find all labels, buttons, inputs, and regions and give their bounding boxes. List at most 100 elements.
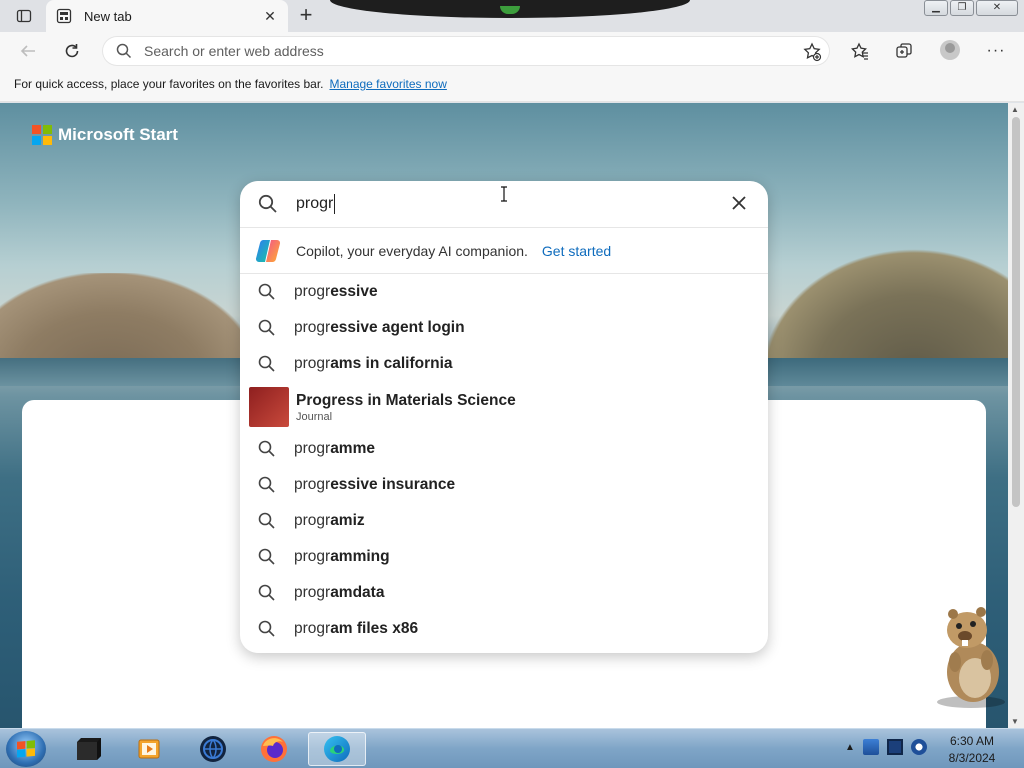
back-button[interactable] [14,38,42,64]
new-tab-icon [56,8,72,24]
search-icon [258,440,275,457]
search-icon [258,476,275,493]
suggestion-item[interactable]: progressive insurance [240,467,768,503]
minimize-button[interactable]: ▁ [924,0,948,16]
text-cursor-icon [501,186,507,202]
suggestion-completion: essive agent login [330,319,465,336]
copilot-text: Copilot, your everyday AI companion. [296,242,528,259]
search-dropdown: progr Copilot, your everyday AI companio… [240,181,768,653]
browser-toolbar: Search or enter web address ··· [0,32,1024,70]
clear-search-icon[interactable] [730,194,748,212]
suggestion-prefix: progr [294,355,331,372]
window-controls: ▁ ❐ ✕ [924,0,1018,16]
new-tab-button[interactable]: + [294,4,318,28]
suggestion-completion: essive insurance [330,476,456,493]
suggestion-prefix: progr [294,548,331,565]
suggestion-item[interactable]: progressive [240,274,768,310]
refresh-button[interactable] [58,38,86,64]
close-icon[interactable]: ✕ [262,8,278,25]
suggestion-completion: amdata [330,584,385,601]
clock-time: 6:30 AM [949,734,995,748]
journal-cover-thumbnail [249,387,289,427]
profile-avatar[interactable] [940,40,960,60]
taskbar-app-terminal[interactable] [60,732,118,766]
clock-date: 8/3/2024 [948,751,996,765]
webcam-notch [330,0,690,18]
firefox-icon [261,736,287,762]
manage-favorites-link[interactable]: Manage favorites now [329,77,446,91]
add-favorite-icon[interactable] [802,42,822,62]
suggestion-item[interactable]: programme [240,431,768,467]
volume-icon[interactable] [910,739,927,755]
suggestion-prefix: progr [294,283,331,300]
taskbar: ▲ 6:30 AM 8/3/2024 [0,728,1024,768]
more-menu-button[interactable]: ··· [982,38,1010,64]
restore-button[interactable]: ❐ [950,0,974,16]
favorites-bar-message: For quick access, place your favorites o… [14,77,324,91]
collections-button[interactable] [890,38,918,64]
taskbar-app-globe[interactable] [184,732,242,766]
taskbar-app-firefox[interactable] [245,732,303,766]
search-icon [258,355,275,372]
suggestion-prefix: progr [294,319,331,336]
scrollbar-thumb[interactable] [1012,117,1020,507]
tab-actions-button[interactable] [8,4,40,28]
title-bar: New tab ✕ + ▁ ❐ ✕ [0,0,1024,32]
scroll-up-icon[interactable]: ▲ [1011,105,1019,114]
more-dots-icon: ··· [986,42,1006,59]
suggestion-prefix: progr [294,512,331,529]
suggestion-prefix: progr [294,476,331,493]
show-hidden-icons[interactable]: ▲ [845,742,855,753]
media-player-icon [138,739,160,759]
suggestion-item[interactable]: programiz [240,503,768,539]
search-icon [258,194,277,213]
suggestion-prefix: progr [294,620,331,637]
suggestion-completion: ams in california [330,355,453,372]
tab-title: New tab [84,8,132,24]
suggestion-prefix: progr [294,584,331,601]
suggestion-item[interactable]: programdata [240,575,768,611]
collections-icon [896,43,912,58]
tab-actions-icon [16,9,32,23]
suggestion-completion: amme [330,440,375,457]
suggestion-completion: amiz [330,512,365,529]
copilot-icon [255,239,281,262]
tab-new-tab[interactable]: New tab ✕ [46,0,288,32]
suggestion-item[interactable]: progressive agent login [240,310,768,346]
brand-label: Microsoft Start [58,125,178,144]
monitor-icon[interactable] [886,739,903,755]
window-close-button[interactable]: ✕ [976,0,1018,16]
address-placeholder: Search or enter web address [144,43,324,59]
favorites-icon [851,42,868,60]
copilot-suggestion[interactable]: Copilot, your everyday AI companion. Get… [240,228,768,274]
get-started-link[interactable]: Get started [542,243,611,259]
search-icon [258,512,275,529]
page-scrollbar[interactable]: ▲ ▼ [1008,103,1024,728]
search-icon [116,43,132,59]
favorites-button[interactable] [846,38,874,64]
scroll-down-icon[interactable]: ▼ [1011,717,1019,726]
taskbar-app-media-player[interactable] [120,732,178,766]
suggestion-item[interactable]: program files x86 [240,611,768,647]
search-icon [258,620,275,637]
search-icon [258,584,275,601]
taskbar-app-edge[interactable] [308,732,366,766]
favorites-bar: For quick access, place your favorites o… [0,70,1024,102]
entity-subtitle: Journal [296,410,333,423]
suggestion-completion: amming [330,548,390,565]
microsoft-start-logo[interactable]: Microsoft Start [32,125,178,145]
system-clock[interactable]: 6:30 AM 8/3/2024 [930,733,1014,767]
suggestion-item[interactable]: programming [240,539,768,575]
suggestion-completion: am files x86 [330,620,419,637]
network-adapter-icon[interactable] [862,739,879,755]
beaver-mascot-icon [937,607,1005,708]
globe-icon [200,736,226,762]
entity-suggestion[interactable]: Progress in Materials Science Journal [240,384,768,430]
address-bar[interactable]: Search or enter web address [102,36,830,66]
microsoft-logo-icon [32,125,52,145]
terminal-icon [77,738,101,760]
entity-title: Progress in Materials Science [296,391,516,409]
suggestion-prefix: progr [294,440,331,457]
start-button[interactable] [6,731,46,767]
suggestion-item[interactable]: programs in california [240,346,768,382]
